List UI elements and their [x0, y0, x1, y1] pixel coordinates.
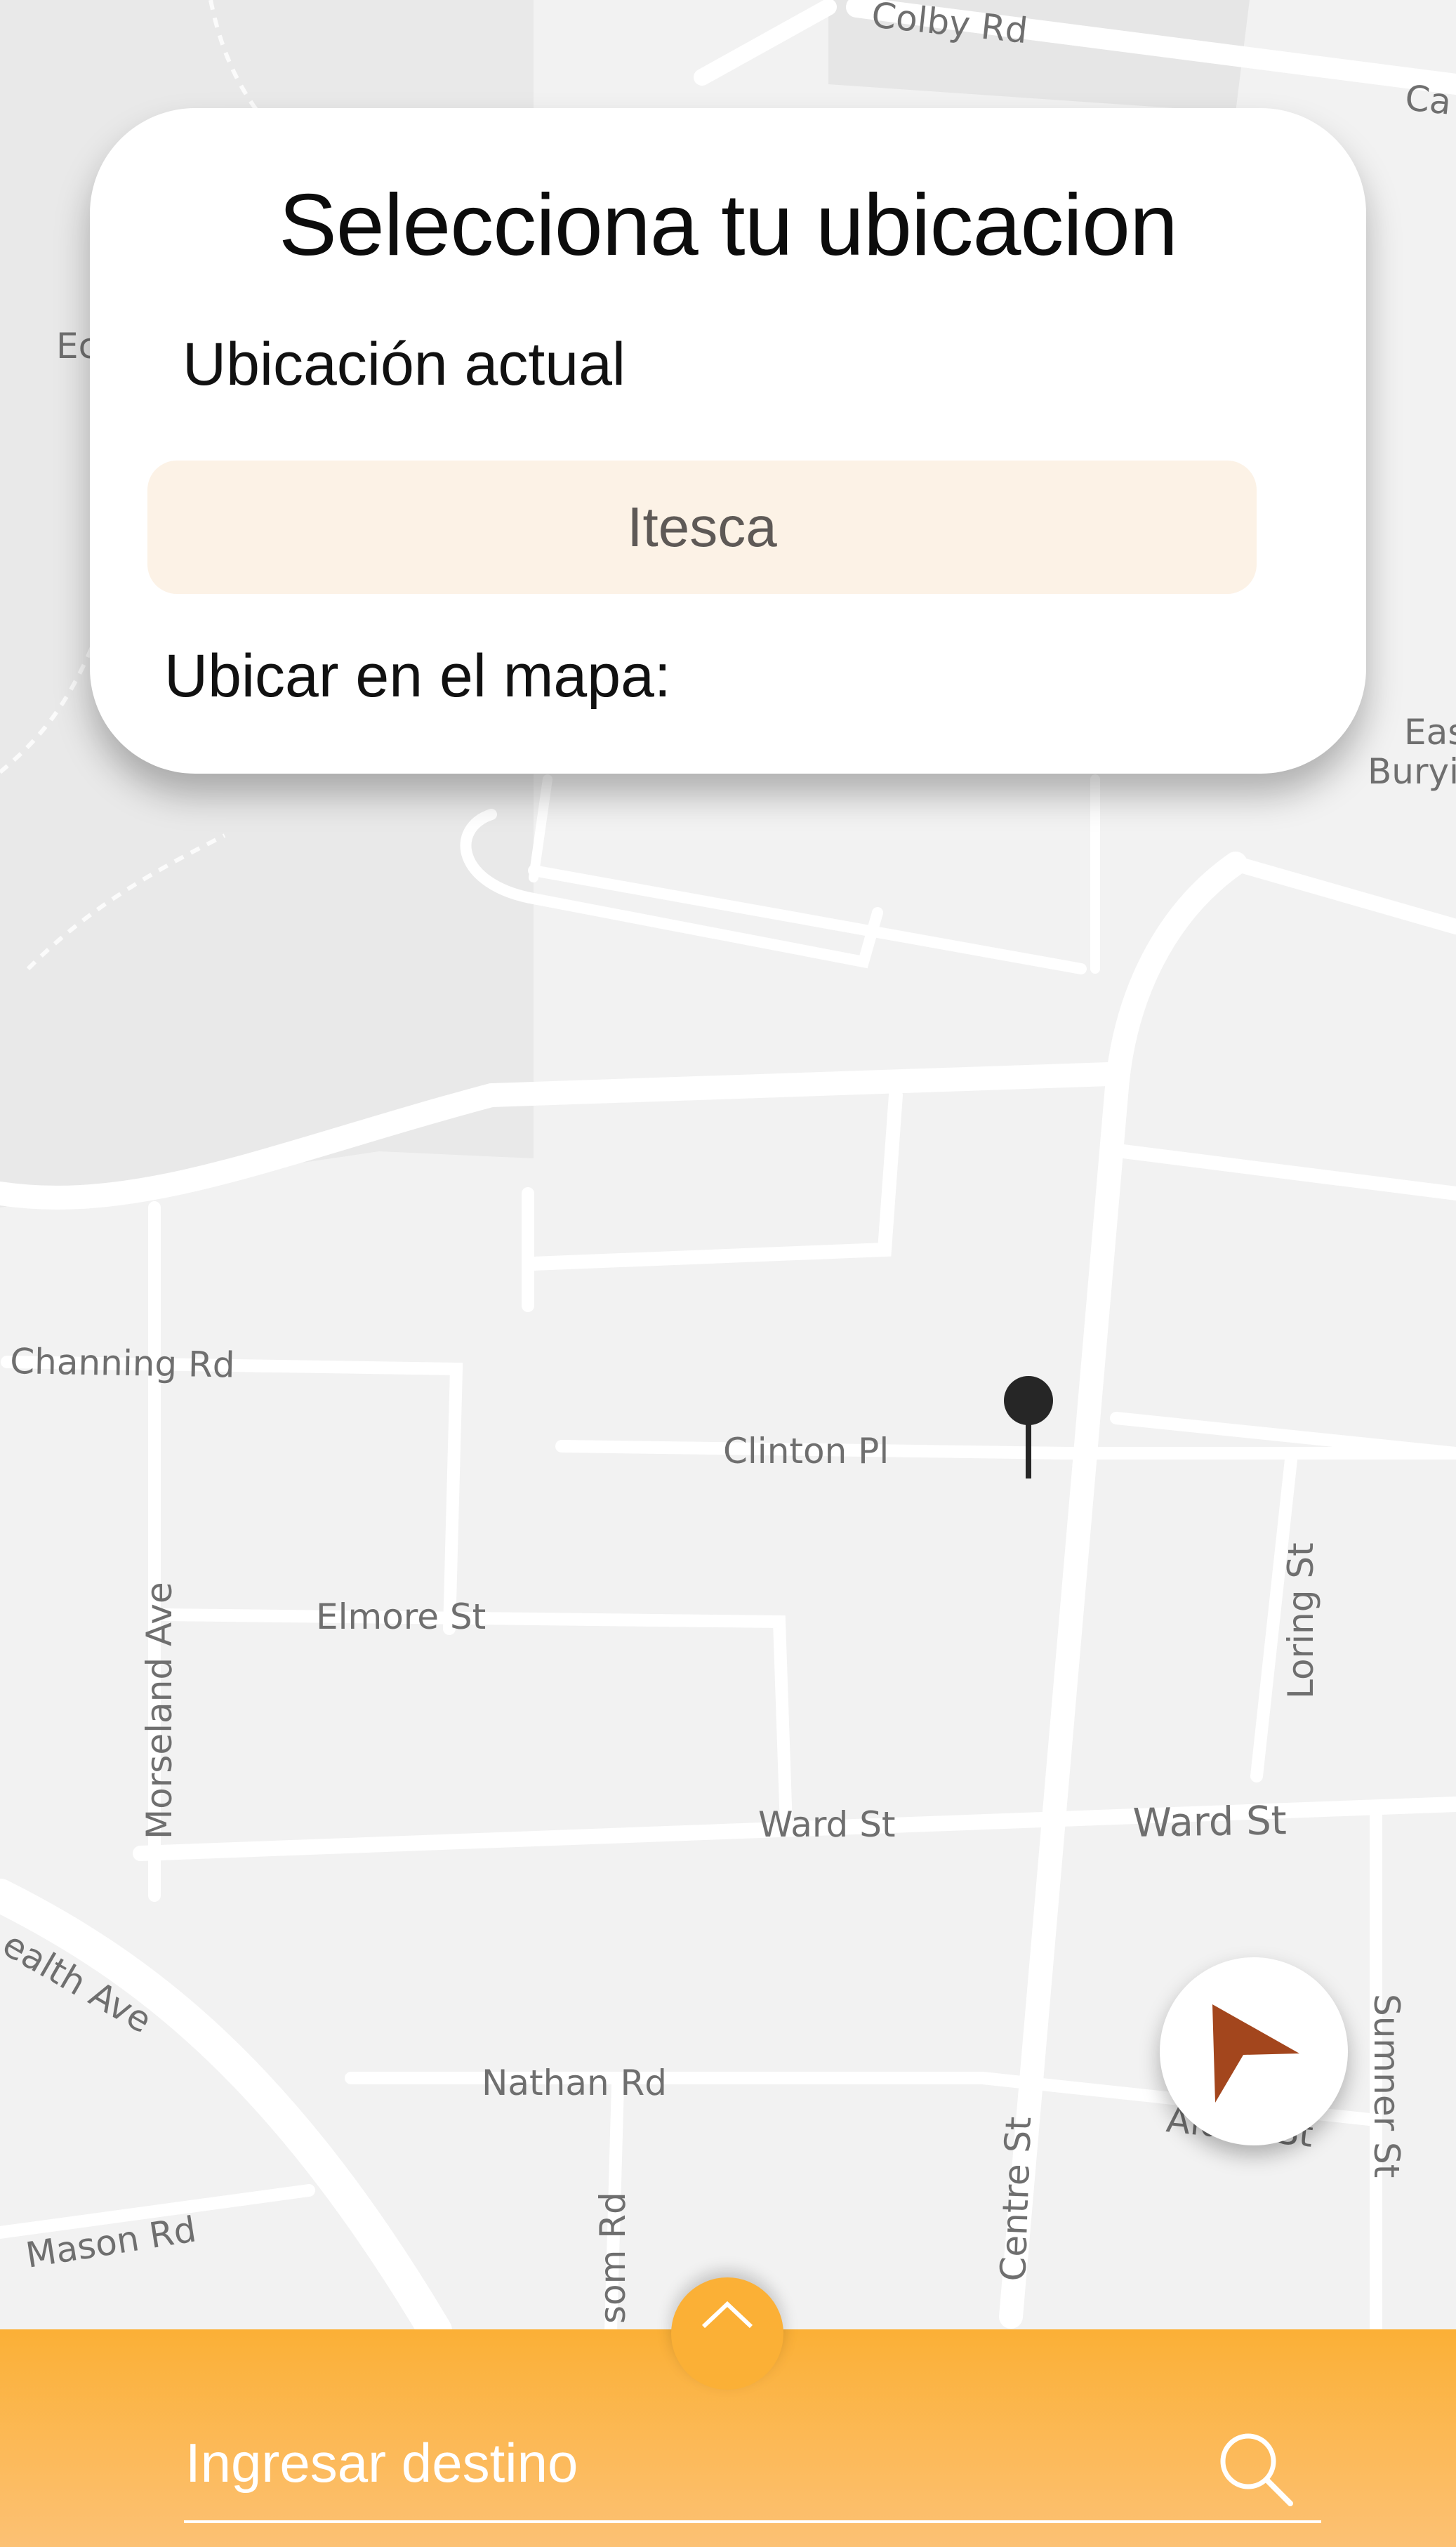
search-icon[interactable] [1217, 2430, 1296, 2509]
street-label-sumner: Sumner St [1366, 1994, 1407, 2178]
street-label-elmore: Elmore St [316, 1596, 486, 1637]
street-label-nathan: Nathan Rd [482, 2063, 667, 2103]
street-label-ward-2: Ward St [1132, 1798, 1287, 1846]
street-label-morseland: Morseland Ave [139, 1582, 180, 1839]
street-label-centre: Centre St [993, 2116, 1039, 2282]
destination-underline [184, 2520, 1321, 2523]
street-label-east-2: Buryi [1368, 751, 1456, 792]
chevron-up-icon [701, 2301, 753, 2329]
street-label-loring: Loring St [1280, 1542, 1321, 1699]
card-title: Selecciona tu ubicacion [279, 177, 1178, 274]
current-location-field[interactable]: Itesca [147, 461, 1257, 594]
street-label-ca: Ca [1403, 77, 1453, 123]
destination-input[interactable] [185, 2430, 1224, 2495]
map-pin-icon[interactable] [1002, 1375, 1054, 1478]
location-card: Selecciona tu ubicacion Ubicación actual… [90, 108, 1366, 774]
street-label-channing: Channing Rd [10, 1341, 235, 1386]
locate-on-map-label: Ubicar en el mapa: [164, 642, 671, 710]
street-label-east: Eas [1404, 712, 1456, 753]
street-label-clinton: Clinton Pl [723, 1431, 889, 1471]
current-location-label: Ubicación actual [183, 331, 626, 398]
navigation-arrow-icon [1212, 2004, 1299, 2103]
expand-panel-button[interactable] [671, 2277, 783, 2390]
recenter-button[interactable] [1160, 1957, 1348, 2145]
street-label-ward-1: Ward St [758, 1804, 896, 1845]
street-label-som: som Rd [593, 2192, 633, 2324]
